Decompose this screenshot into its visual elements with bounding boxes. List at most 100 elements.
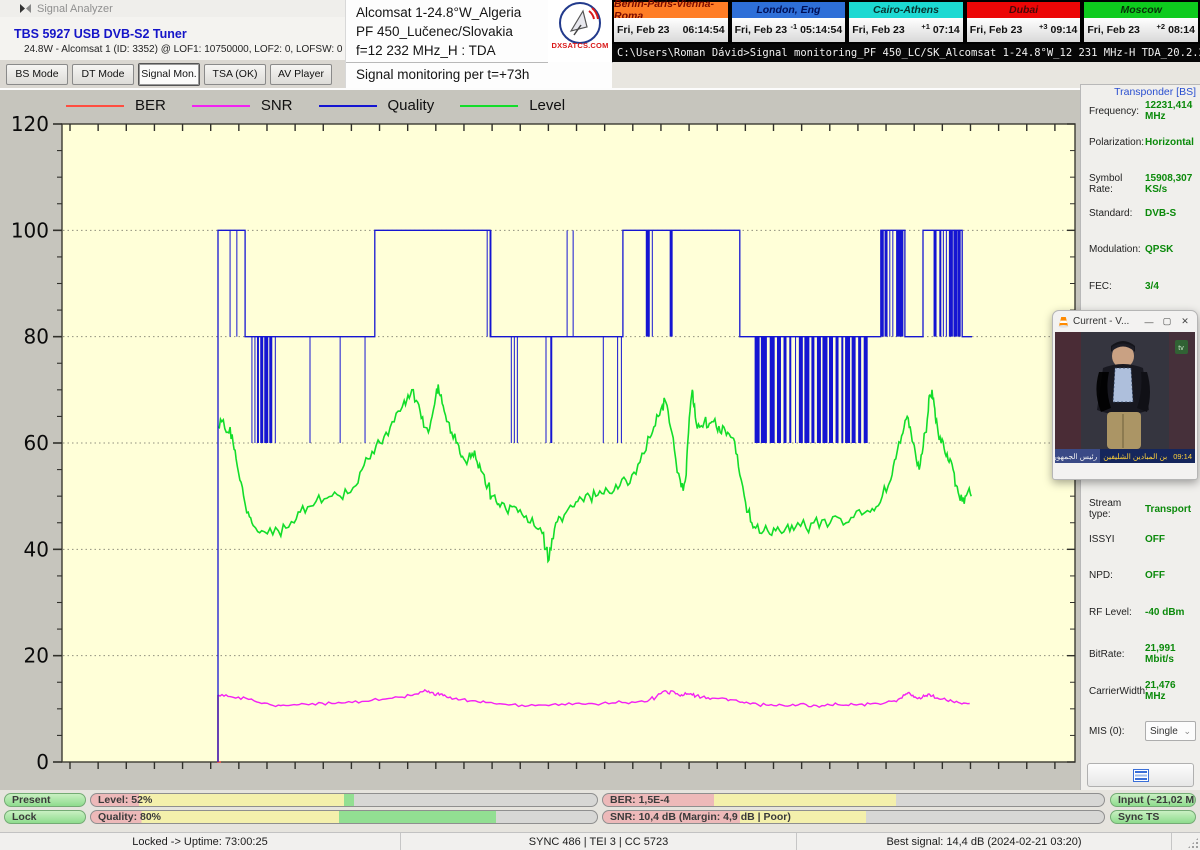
field-value: -40 dBm (1145, 607, 1184, 618)
console-path-line: C:\Users\Roman Dávid>Signal monitoring_P… (612, 44, 1200, 62)
clock-date: Fri, Feb 23 (735, 24, 791, 36)
clock-date: Fri, Feb 23 (617, 24, 680, 36)
svg-text:120: 120 (11, 112, 49, 136)
app-titlebar: Signal Analyzer (0, 0, 345, 17)
field-value: 12231,414 MHz (1145, 100, 1198, 122)
clock-moscow: Moscow Fri, Feb 23+208:14 (1083, 1, 1199, 43)
legend-item-quality: Quality (319, 97, 435, 114)
clock-city-label: Moscow (1084, 2, 1198, 18)
clock-utc-offset: +2 (1157, 22, 1166, 31)
field-label: FEC: (1089, 281, 1145, 292)
signal-analyzer-window: Signal Analyzer TBS 5927 USB DVB-S2 Tune… (0, 0, 1200, 850)
mis-select[interactable]: Single⌄ (1145, 721, 1196, 741)
transponder-field-row: Standard:DVB-S (1089, 208, 1198, 219)
sync-status: SYNC 486 | TEI 3 | CC 5723 (400, 833, 796, 850)
clock-utc-offset: +3 (1039, 22, 1048, 31)
clock-dubai: Dubai Fri, Feb 23+309:14 (966, 1, 1082, 43)
world-clocks: Berlin-Paris-Vienna-Roma Fri, Feb 2306:1… (612, 0, 1200, 44)
vlc-cone-icon (1058, 316, 1069, 328)
tab-dt-mode[interactable]: DT Mode (72, 64, 134, 85)
mis-label: MIS (0): (1089, 726, 1145, 737)
level-line-swatch (460, 105, 518, 107)
tuner-name: TBS 5927 USB DVB-S2 Tuner (14, 27, 187, 41)
vlc-player-window[interactable]: Current - V... — ▢ ✕ tv (1052, 310, 1198, 480)
field-label: Polarization: (1089, 137, 1145, 148)
frequency-line: f=12 232 MHz_H : TDA (346, 41, 548, 60)
field-label: Standard: (1089, 208, 1145, 219)
clock-date: Fri, Feb 23 (1087, 24, 1156, 36)
vlc-titlebar[interactable]: Current - V... — ▢ ✕ (1053, 311, 1197, 332)
field-value: OFF (1145, 570, 1165, 581)
field-label: Stream type: (1089, 498, 1145, 520)
input-indicator: Input (~21,02 Mbps) (1110, 793, 1196, 807)
uptime-status: Locked -> Uptime: 73:00:25 (0, 833, 400, 850)
sync-ts-indicator: Sync TS (1110, 810, 1196, 824)
mis-row: MIS (0): Single⌄ (1089, 721, 1196, 741)
sidebar-tool-button[interactable] (1087, 763, 1194, 787)
ticker-yellow-text: بن المبادين الشليفين (1100, 452, 1170, 461)
vlc-window-title: Current - V... (1073, 316, 1138, 327)
ber-line-swatch (66, 105, 124, 107)
field-value: 15908,307 KS/s (1145, 173, 1198, 195)
snr-bar: SNR: 10,4 dB (Margin: 4,9 dB | Poor) (602, 810, 1105, 824)
svg-text:60: 60 (24, 431, 49, 455)
clock-city-label: Dubai (967, 2, 1081, 18)
field-label: BitRate: (1089, 649, 1145, 660)
present-indicator: Present (4, 793, 86, 807)
field-value: OFF (1145, 534, 1165, 545)
logo-text: DXSATCS.COM (548, 41, 612, 50)
ticker-white-text: رئيس الجمهورية السيد عبد المجيد تبون (1055, 449, 1100, 463)
ber-bar: BER: 1,5E-4 (602, 793, 1105, 807)
transponder-field-row: RF Level:-40 dBm (1089, 607, 1198, 618)
vlc-video-frame[interactable]: tv 09:14 بن المبادين الشليفين رئيس الجمه… (1055, 332, 1195, 463)
clock-date: Fri, Feb 23 (852, 24, 921, 36)
field-value: Horizontal (1145, 137, 1194, 148)
field-value: 21,476 MHz (1145, 680, 1198, 702)
maximize-icon[interactable]: ▢ (1160, 316, 1174, 327)
clock-time: 07:14 (933, 24, 960, 36)
clock-london: London, Eng Fri, Feb 23-105:14:54 (731, 1, 847, 43)
tab-signal-mon[interactable]: Signal Mon. (138, 63, 200, 86)
list-icon (1133, 769, 1149, 782)
field-label: CarrierWidth: (1089, 686, 1145, 697)
clock-berlin: Berlin-Paris-Vienna-Roma Fri, Feb 2306:1… (613, 1, 729, 43)
best-signal-status: Best signal: 14,4 dB (2024-02-21 03:20) (796, 833, 1171, 850)
field-label: NPD: (1089, 570, 1145, 581)
quality-line-swatch (319, 105, 377, 107)
resize-grip[interactable] (1171, 833, 1200, 850)
signal-indicator-bars: Present Level: 52% BER: 1,5E-4 Input (~2… (0, 790, 1200, 832)
tab-bs-mode[interactable]: BS Mode (6, 64, 68, 85)
legend-item-snr: SNR (192, 97, 293, 114)
field-label: Modulation: (1089, 244, 1145, 255)
close-icon[interactable]: ✕ (1178, 316, 1192, 327)
level-bar: Level: 52% (90, 793, 598, 807)
field-label: Symbol Rate: (1089, 173, 1145, 195)
field-label: RF Level: (1089, 607, 1145, 618)
sidebar-title: Transponder [BS] (1114, 86, 1196, 98)
transponder-field-row: Polarization:Horizontal (1089, 137, 1198, 148)
dxsatcs-logo: DXSATCS.COM (548, 0, 612, 62)
transponder-field-row: Stream type:Transport (1089, 498, 1198, 520)
clock-time: 05:14:54 (800, 24, 842, 36)
svg-text:0: 0 (36, 750, 49, 774)
svg-text:80: 80 (24, 325, 49, 349)
transponder-field-row: Symbol Rate:15908,307 KS/s (1089, 173, 1198, 195)
clock-city-label: Berlin-Paris-Vienna-Roma (614, 2, 728, 18)
legend-item-ber: BER (66, 97, 166, 114)
minimize-icon[interactable]: — (1142, 317, 1156, 327)
svg-text:20: 20 (24, 644, 49, 668)
header-spacer (548, 62, 612, 88)
transponder-field-row: Modulation:QPSK (1089, 244, 1198, 255)
tuner-info-block: TBS 5927 USB DVB-S2 Tuner 24.8W - Alcoms… (0, 17, 345, 60)
tab-av-player[interactable]: AV Player (270, 64, 332, 85)
tab-tsa[interactable]: TSA (OK) (204, 64, 266, 85)
transponder-field-row: NPD:OFF (1089, 570, 1198, 581)
tuner-details: 24.8W - Alcomsat 1 (ID: 3352) @ LOF1: 10… (24, 44, 342, 55)
transponder-field-row: CarrierWidth:21,476 MHz (1089, 680, 1198, 702)
video-still: tv (1055, 332, 1195, 463)
status-bar: Locked -> Uptime: 73:00:25 SYNC 486 | TE… (0, 832, 1200, 850)
site-name: PF 450_Lučenec/Slovakia (346, 22, 548, 41)
signal-chart-panel: 020406080100120 BER SNR Quality Level (0, 88, 1080, 790)
quality-bar: Quality: 80% (90, 810, 598, 824)
satellite-dish-icon (557, 1, 603, 45)
